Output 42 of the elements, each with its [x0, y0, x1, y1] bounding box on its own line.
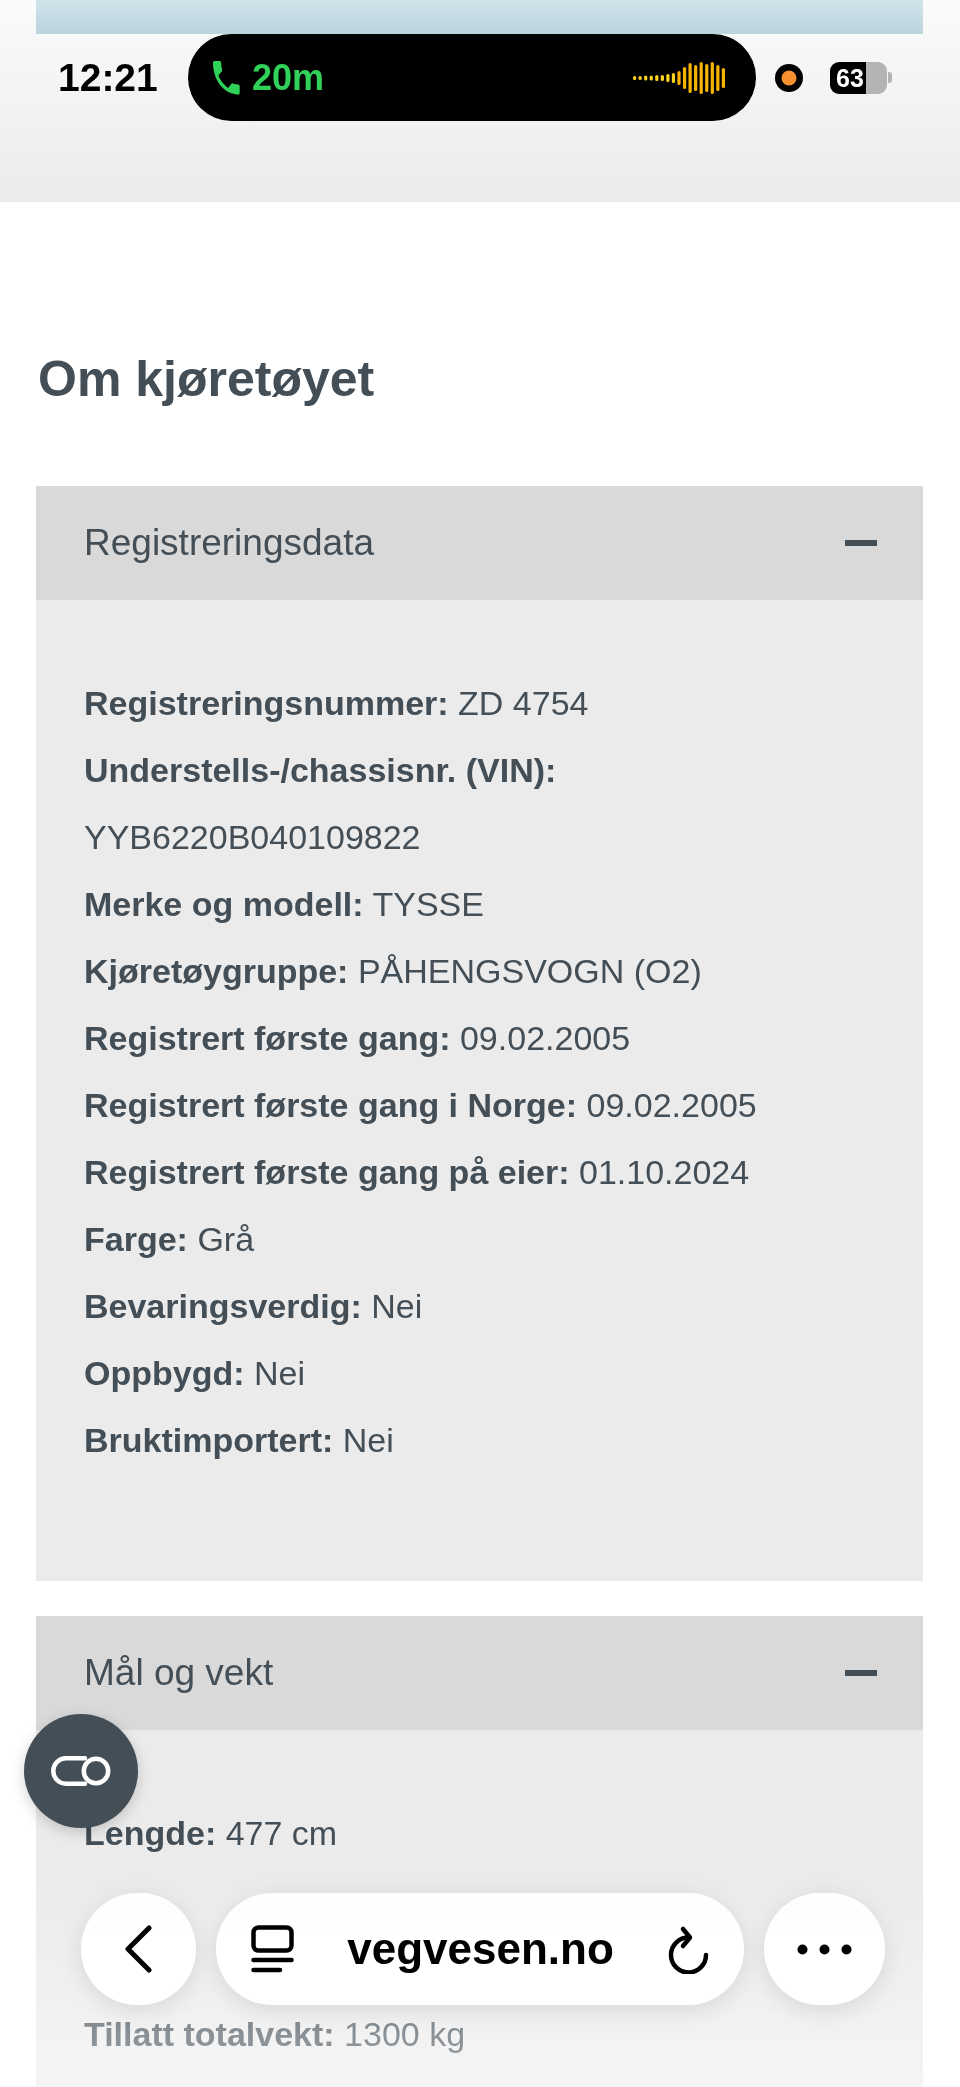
- field-label: Bruktimportert:: [84, 1421, 334, 1459]
- field-label: Oppbygd:: [84, 1354, 245, 1392]
- waveform-icon: [633, 60, 726, 95]
- field-label: Understells-/chassisnr. (VIN):: [84, 751, 557, 789]
- field-value: 01.10.2024: [579, 1153, 750, 1191]
- field-label: Tillatt totalvekt:: [84, 2015, 335, 2053]
- status-dot-icon: [775, 63, 803, 92]
- field-label: Farge:: [84, 1220, 188, 1258]
- toggle-icon: [51, 1756, 111, 1786]
- field-value: Nei: [342, 1421, 394, 1459]
- url-text[interactable]: vegvesen.no: [347, 1927, 614, 1971]
- field-label: Registrert første gang i Norge:: [84, 1086, 578, 1124]
- field-label: Registreringsnummer:: [84, 684, 449, 722]
- field-value: 09.02.2005: [586, 1086, 757, 1124]
- field-label: Merke og modell:: [84, 885, 364, 923]
- reload-icon[interactable]: [667, 1924, 710, 1974]
- field-label: Registrert første gang:: [84, 1019, 451, 1057]
- field-value: 1300 kg: [344, 2015, 466, 2053]
- field-value: YYB6220B040109822: [84, 818, 421, 856]
- accordion-header[interactable]: Registreringsdata: [36, 486, 923, 600]
- more-icon: [797, 1943, 852, 1955]
- battery-indicator: 63: [830, 61, 892, 94]
- field-label: Registrert første gang på eier:: [84, 1153, 570, 1191]
- field-label: Lengde:: [84, 1814, 217, 1852]
- field-value: TYSSE: [372, 885, 484, 923]
- field-label: Kjøretøygruppe:: [84, 952, 349, 990]
- field-value: Grå: [197, 1220, 255, 1258]
- phone-icon: [213, 60, 240, 95]
- field-value: 09.02.2005: [459, 1019, 631, 1057]
- field-value: PÅHENGSVOGN (O2): [357, 952, 702, 990]
- address-bar[interactable]: vegvesen.no: [216, 1893, 744, 2005]
- page-title: Om kjøretøyet: [38, 350, 376, 409]
- call-duration: 20m: [252, 59, 325, 96]
- back-icon: [124, 1925, 153, 1973]
- field-value: Nei: [254, 1354, 305, 1392]
- field-value: 477 cm: [225, 1814, 338, 1852]
- field-value: ZD 4754: [458, 684, 589, 722]
- field-value: Nei: [371, 1287, 423, 1325]
- field-label: Bevaringsverdig:: [84, 1287, 362, 1325]
- status-time: 12:21: [58, 58, 158, 97]
- accordion-header[interactable]: Mål og vekt: [36, 1616, 923, 1730]
- page-menu-icon[interactable]: [251, 1925, 294, 1973]
